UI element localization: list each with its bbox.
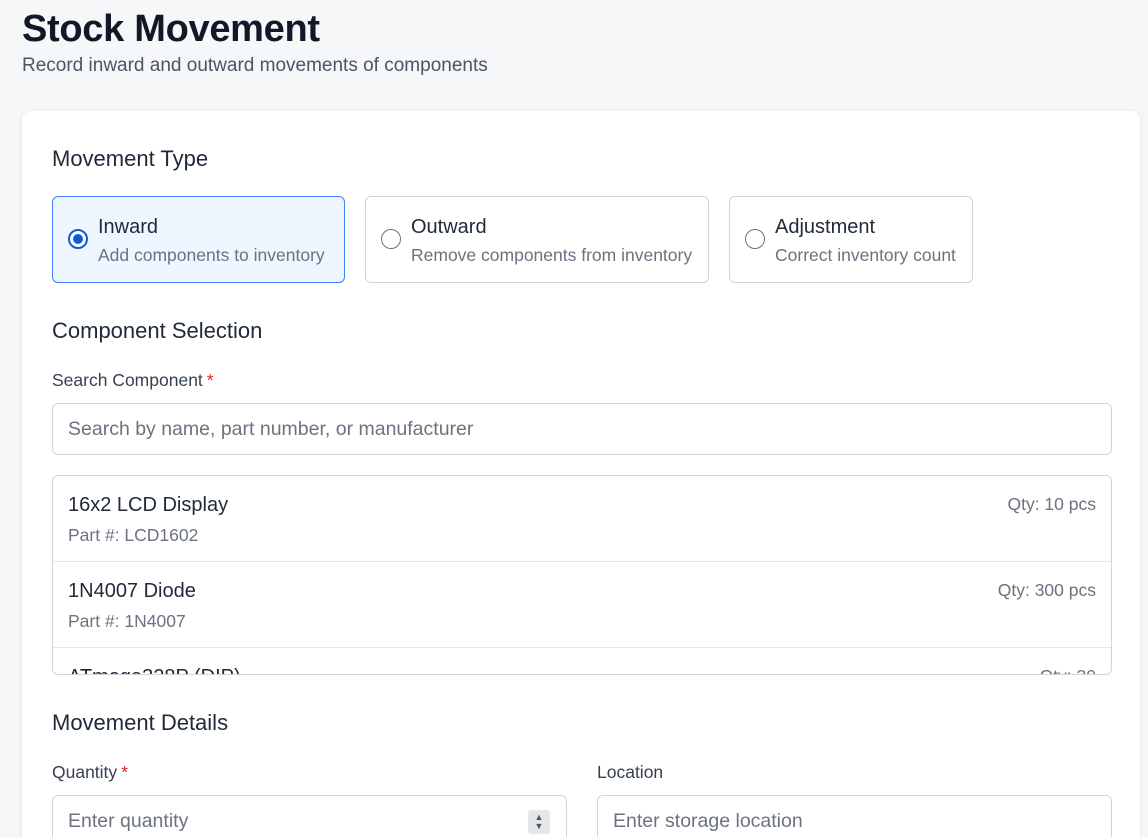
component-name: ATmega328P (DIP) — [68, 666, 241, 674]
movement-form-card: Movement Type Inward Add components to i… — [21, 110, 1141, 837]
required-marker: * — [206, 370, 214, 390]
component-part-number: Part #: 1N4007 — [68, 611, 186, 631]
quantity-input[interactable] — [53, 796, 566, 837]
list-item[interactable]: 16x2 LCD Display Part #: LCD1602 Qty: 10… — [53, 476, 1111, 562]
search-component-field[interactable] — [52, 403, 1112, 455]
required-marker: * — [121, 762, 128, 782]
component-results-list[interactable]: 16x2 LCD Display Part #: LCD1602 Qty: 10… — [52, 475, 1112, 675]
adjustment-radio[interactable] — [745, 229, 765, 249]
list-item[interactable]: 1N4007 Diode Part #: 1N4007 Qty: 300 pcs — [53, 562, 1111, 648]
movement-type-heading: Movement Type — [52, 146, 209, 171]
quantity-label: Quantity * — [52, 762, 128, 783]
option-description: Remove components from inventory — [411, 245, 693, 265]
option-label: Outward — [411, 216, 487, 238]
component-quantity: Qty: 30 — [1040, 666, 1096, 674]
component-part-number: Part #: LCD1602 — [68, 525, 199, 545]
location-label: Location — [597, 762, 664, 782]
movement-type-outward[interactable]: Outward Remove components from inventory — [365, 196, 709, 283]
movement-details-heading: Movement Details — [52, 710, 229, 735]
location-field[interactable] — [597, 795, 1112, 837]
stock-movement-page: Stock Movement Record inward and outward… — [0, 0, 1148, 837]
page-title: Stock Movement — [22, 8, 320, 50]
location-input[interactable] — [598, 796, 1111, 837]
component-name: 1N4007 Diode — [68, 580, 196, 602]
quantity-field[interactable]: ▲ ▼ — [52, 795, 567, 837]
movement-type-adjustment[interactable]: Adjustment Correct inventory count — [729, 196, 973, 283]
component-name: 16x2 LCD Display — [68, 494, 229, 516]
chevron-down-icon[interactable]: ▼ — [535, 822, 544, 831]
option-label: Adjustment — [775, 216, 876, 238]
quantity-stepper[interactable]: ▲ ▼ — [528, 810, 550, 834]
component-quantity: Qty: 10 pcs — [1007, 494, 1096, 514]
movement-type-inward[interactable]: Inward Add components to inventory — [52, 196, 345, 283]
search-component-label: Search Component * — [52, 370, 214, 391]
search-input[interactable] — [53, 404, 1111, 454]
outward-radio[interactable] — [381, 229, 401, 249]
search-component-label-text: Search Component — [52, 370, 203, 390]
list-item[interactable]: ATmega328P (DIP) Qty: 30 — [53, 648, 1111, 674]
inward-radio[interactable] — [68, 229, 88, 249]
component-selection-heading: Component Selection — [52, 318, 263, 343]
component-quantity: Qty: 300 pcs — [997, 580, 1096, 600]
option-label: Inward — [98, 216, 159, 238]
option-description: Add components to inventory — [98, 245, 325, 265]
quantity-label-text: Quantity — [52, 762, 118, 782]
option-description: Correct inventory count — [775, 245, 956, 265]
page-subtitle: Record inward and outward movements of c… — [22, 55, 488, 76]
